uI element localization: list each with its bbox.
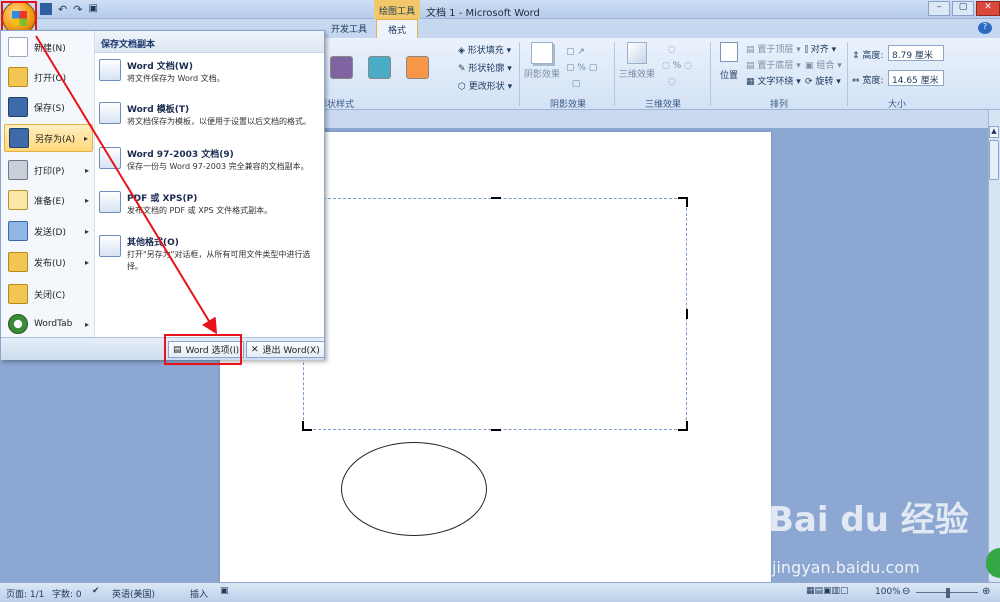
language[interactable]: 英语(美国): [112, 587, 155, 600]
status-bar: 页面: 1/1 字数: 0 ✔ 英语(美国) 插入 ▣ ▦▤▣▥▢ 100% ⊖…: [0, 582, 1000, 602]
view-buttons[interactable]: ▦▤▣▥▢: [806, 586, 849, 596]
watermark-brand: Bai du 经验: [768, 500, 969, 540]
insert-mode[interactable]: 插入: [190, 587, 208, 600]
page-count[interactable]: 页面: 1/1: [6, 587, 44, 600]
zoom-level[interactable]: 100%: [875, 587, 901, 597]
word-count[interactable]: 字数: 0: [52, 587, 82, 600]
proofing-icon[interactable]: ✔: [92, 586, 100, 596]
zoom-out-icon[interactable]: ⊖: [902, 586, 910, 597]
macro-icon[interactable]: ▣: [220, 586, 229, 596]
watermark-url: jingyan.baidu.com: [772, 558, 920, 577]
zoom-slider[interactable]: ⊖ ⊕: [902, 586, 992, 599]
zoom-in-icon[interactable]: ⊕: [982, 586, 990, 597]
